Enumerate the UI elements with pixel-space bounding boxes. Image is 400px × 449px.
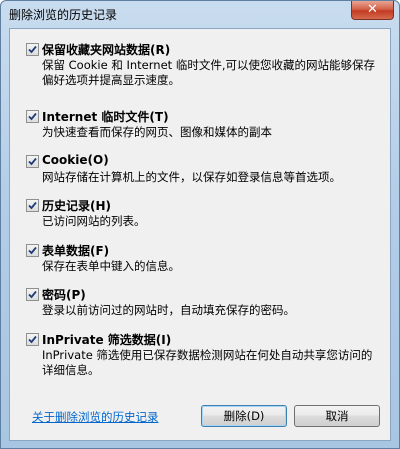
inprivate-filtering-checkbox[interactable] — [26, 333, 39, 346]
close-icon: ✕ — [367, 2, 378, 17]
option-title: 密码(P) — [42, 288, 86, 302]
window-title: 删除浏览的历史记录 — [9, 8, 118, 22]
checkmark-icon — [28, 112, 37, 121]
preserve-favorites-checkbox[interactable] — [26, 43, 39, 56]
cookies-checkbox[interactable] — [26, 155, 39, 168]
about-delete-history-link[interactable]: 关于删除浏览的历史记录 — [32, 409, 159, 425]
option-description: 保存在表单中键入的信息。 — [42, 259, 180, 273]
checkmark-icon — [28, 246, 37, 255]
checkmark-icon — [28, 335, 37, 344]
history-checkbox[interactable] — [26, 199, 39, 212]
option-description: 已访问网站的列表。 — [42, 214, 146, 228]
option-title: Cookie(O) — [42, 153, 109, 167]
cancel-button[interactable]: 取消 — [294, 405, 380, 427]
option-description: 为快速查看而保存的网页、图像和媒体的副本 — [42, 125, 272, 139]
dialog-content: 保留收藏夹网站数据(R) 保留 Cookie 和 Internet 临时文件,可… — [9, 28, 391, 441]
option-description: InPrivate 筛选使用已保存数据检测网站在何处自动共享您访问的详细信息。 — [42, 348, 373, 377]
option-title: 保留收藏夹网站数据(R) — [42, 43, 171, 57]
option-title: InPrivate 筛选数据(I) — [42, 333, 172, 347]
option-title: 表单数据(F) — [42, 244, 110, 258]
title-bar[interactable]: 删除浏览的历史记录 ✕ — [1, 1, 399, 27]
option-description: 保留 Cookie 和 Internet 临时文件,可以使您收藏的网站能够保存偏… — [42, 58, 375, 87]
delete-history-dialog: 删除浏览的历史记录 ✕ 保留收藏夹网站数据(R) 保留 Cookie 和 Int… — [0, 0, 400, 449]
checkmark-icon — [28, 45, 37, 54]
delete-button[interactable]: 删除(D) — [201, 405, 287, 427]
option-description: 登录以前访问过的网站时，自动填充保存的密码。 — [42, 303, 295, 317]
checkmark-icon — [28, 201, 37, 210]
temp-files-checkbox[interactable] — [26, 110, 39, 123]
checkmark-icon — [28, 157, 37, 166]
option-title: 历史记录(H) — [42, 199, 112, 213]
close-button[interactable]: ✕ — [351, 1, 394, 20]
option-description: 网站存储在计算机上的文件，以保存如登录信息等首选项。 — [42, 170, 341, 184]
form-data-checkbox[interactable] — [26, 244, 39, 257]
checkmark-icon — [28, 290, 37, 299]
option-title: Internet 临时文件(T) — [42, 110, 169, 124]
passwords-checkbox[interactable] — [26, 288, 39, 301]
